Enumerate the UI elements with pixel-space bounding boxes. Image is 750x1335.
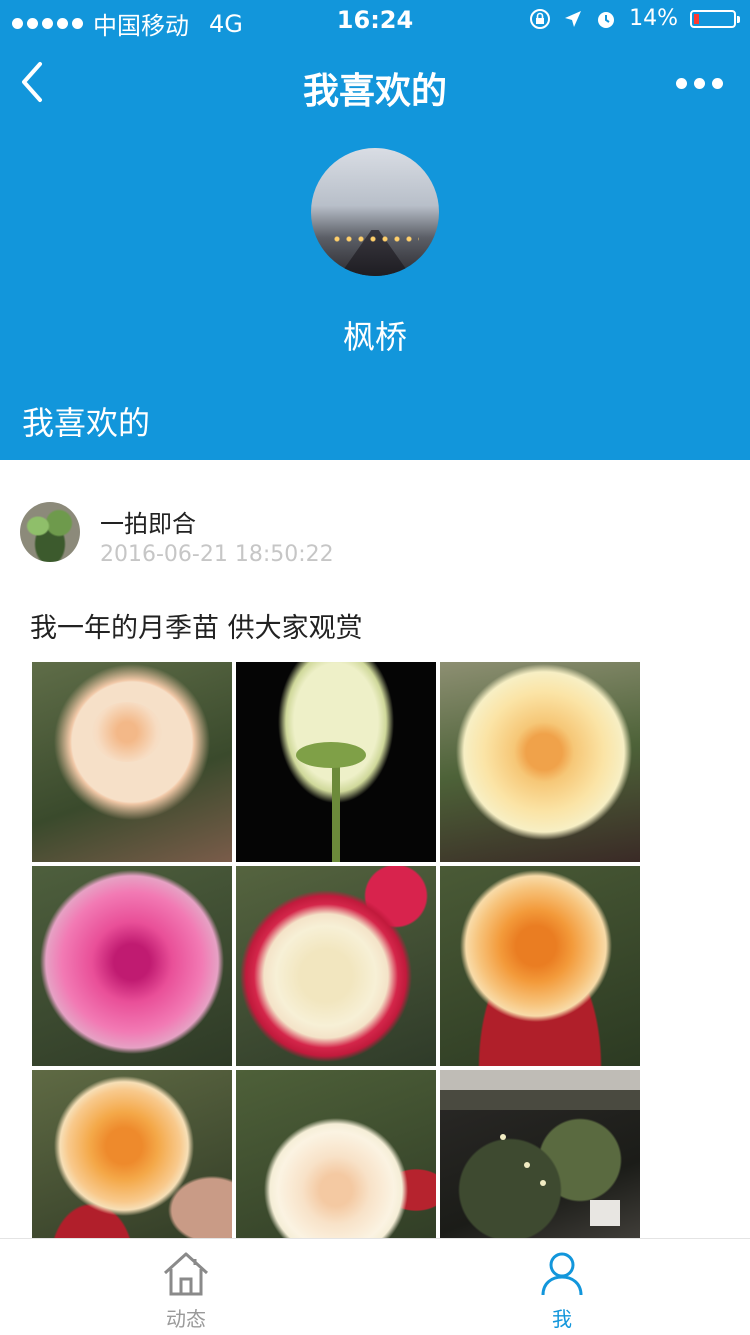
- post-photo[interactable]: [32, 662, 232, 862]
- post-photo[interactable]: [32, 866, 232, 1066]
- bottom-tab-bar: 动态 我: [0, 1238, 750, 1335]
- tab-me-label: 我: [552, 1307, 572, 1331]
- battery-icon: [690, 9, 740, 28]
- profile-avatar[interactable]: [311, 148, 439, 276]
- post-photo[interactable]: [236, 866, 436, 1066]
- page-title: 我喜欢的: [302, 71, 447, 112]
- post-author[interactable]: 一拍即合: [100, 504, 196, 539]
- rotation-lock-icon: [530, 8, 551, 29]
- home-icon: [163, 1252, 209, 1296]
- tab-me[interactable]: 我: [492, 1239, 632, 1335]
- post-photo[interactable]: [440, 662, 640, 862]
- status-bar: 中国移动 4G 16:24 14%: [0, 0, 750, 40]
- more-options-button[interactable]: [676, 70, 726, 96]
- user-icon: [541, 1252, 583, 1296]
- battery-percent: 14%: [629, 6, 678, 31]
- photo-grid: [32, 662, 640, 1270]
- post-timestamp: 2016-06-21 18:50:22: [100, 542, 334, 567]
- post-text: 我一年的月季苗 供大家观赏: [30, 613, 363, 644]
- post-photo[interactable]: [236, 662, 436, 862]
- post-photo[interactable]: [440, 866, 640, 1066]
- tab-home[interactable]: 动态: [116, 1239, 256, 1335]
- tab-home-label: 动态: [166, 1307, 206, 1331]
- alarm-icon: [598, 11, 615, 28]
- section-title: 我喜欢的: [22, 404, 151, 442]
- nav-bar: 我喜欢的: [0, 40, 750, 128]
- profile-header: 中国移动 4G 16:24 14% 我喜欢的 枫桥 我喜欢的: [0, 0, 750, 460]
- profile-name: 枫桥: [342, 318, 407, 356]
- location-icon: [565, 10, 582, 27]
- author-avatar[interactable]: [20, 502, 80, 562]
